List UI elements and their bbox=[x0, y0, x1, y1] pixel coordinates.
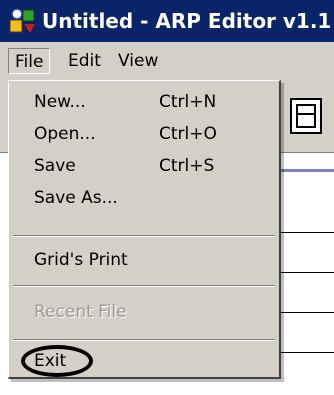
menu-item-open[interactable]: Open... Ctrl+O bbox=[9, 119, 279, 149]
exit-highlight-circle bbox=[21, 345, 93, 377]
app-icon bbox=[9, 8, 35, 33]
menu-item-label: Save As... bbox=[34, 188, 118, 208]
menu-item-label: Save bbox=[34, 156, 76, 176]
menu-item-shortcut: Ctrl+O bbox=[159, 124, 217, 144]
menu-item-recent-file: Recent File bbox=[9, 297, 279, 327]
menu-view[interactable]: View bbox=[112, 48, 164, 74]
menu-item-save-as[interactable]: Save As... bbox=[9, 183, 279, 213]
menu-item-shortcut: Ctrl+S bbox=[159, 156, 215, 176]
grid-view-button[interactable] bbox=[290, 98, 322, 134]
menu-item-shortcut: Ctrl+N bbox=[159, 92, 217, 112]
menu-file[interactable]: File bbox=[8, 48, 51, 74]
menu-item-new[interactable]: New... Ctrl+N bbox=[9, 87, 279, 117]
menu-separator bbox=[13, 339, 275, 341]
window-title: Untitled - ARP Editor v1.1 bbox=[42, 9, 332, 33]
menu-separator bbox=[13, 285, 275, 287]
menu-bar: File Edit View bbox=[0, 42, 334, 81]
file-menu-dropdown: New... Ctrl+N Open... Ctrl+O Save Ctrl+S… bbox=[8, 80, 281, 379]
menu-item-label: Grid's Print bbox=[34, 250, 128, 270]
menu-item-save[interactable]: Save Ctrl+S bbox=[9, 151, 279, 181]
menu-item-label: Recent File bbox=[34, 302, 127, 322]
title-bar[interactable]: Untitled - ARP Editor v1.1 bbox=[0, 0, 334, 42]
menu-item-label: New... bbox=[34, 92, 86, 112]
menu-separator bbox=[13, 235, 275, 237]
menu-edit[interactable]: Edit bbox=[62, 48, 107, 74]
menu-item-grids-print[interactable]: Grid's Print bbox=[9, 245, 279, 275]
menu-item-label: Open... bbox=[34, 124, 96, 144]
